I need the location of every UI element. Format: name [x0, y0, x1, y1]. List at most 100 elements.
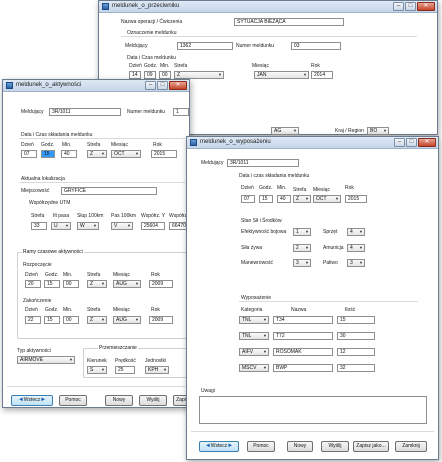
minimize-icon[interactable]: –: [145, 81, 156, 90]
year-field[interactable]: 2015: [345, 195, 367, 203]
column-select[interactable]: W ▼: [77, 222, 99, 230]
hour-field[interactable]: 15: [259, 195, 273, 203]
end-zone-select[interactable]: Z ▼: [87, 316, 107, 324]
name-field[interactable]: BWP: [273, 364, 333, 372]
combat-effectiveness-select[interactable]: 1 ▼: [293, 228, 311, 236]
hour-field[interactable]: 15: [41, 150, 55, 158]
close-button[interactable]: Zamknij: [395, 441, 427, 452]
reporter-field[interactable]: 3R/1011: [49, 108, 121, 116]
start-zone-select[interactable]: Z ▼: [87, 280, 107, 288]
reporter-field[interactable]: 3R/1011: [227, 159, 299, 167]
reporter-field[interactable]: 1362: [177, 42, 233, 50]
col-day: Dzień: [25, 307, 38, 313]
back-button-label: Wstecz: [210, 443, 228, 449]
start-year-field[interactable]: 2009: [149, 280, 173, 288]
ammunition-select[interactable]: 4 ▼: [347, 244, 365, 252]
back-button[interactable]: ◄Wstecz►: [199, 441, 239, 452]
speed-field[interactable]: 25: [115, 366, 135, 374]
maximize-icon[interactable]: □: [406, 138, 417, 147]
minimize-icon[interactable]: –: [394, 138, 405, 147]
help-button[interactable]: Pomoc: [59, 395, 87, 406]
zone-select[interactable]: Z ▼: [174, 71, 224, 79]
month-select[interactable]: OCT ▼: [313, 195, 341, 203]
start-month-value: AUG: [116, 281, 127, 287]
titlebar[interactable]: meldunek_o_wyposażeniu – □ ✕: [187, 137, 438, 149]
quantity-field[interactable]: 30: [337, 332, 375, 340]
zone-select[interactable]: Z ▼: [293, 195, 311, 203]
hour-field[interactable]: 09: [144, 71, 156, 79]
utm-zone-field[interactable]: 33: [31, 222, 47, 230]
col-day: Dzień: [25, 272, 38, 278]
day-field[interactable]: 07: [241, 195, 255, 203]
category-select[interactable]: TNL ▼: [239, 316, 269, 324]
new-button[interactable]: Nowy: [105, 395, 133, 406]
close-icon[interactable]: ✕: [417, 2, 435, 11]
end-month-select[interactable]: AUG ▼: [113, 316, 141, 324]
help-button[interactable]: Pomoc: [247, 441, 275, 452]
report-number-field[interactable]: 1: [173, 108, 189, 116]
new-button[interactable]: Nowy: [287, 441, 313, 452]
day-field[interactable]: 14: [129, 71, 141, 79]
titlebar[interactable]: meldunek_o_aktywności – □ ✕: [3, 80, 189, 92]
month-select[interactable]: JAN ▼: [254, 71, 309, 79]
minute-field[interactable]: 40: [61, 150, 77, 158]
town-field[interactable]: GRYFICE: [61, 187, 157, 195]
col-year: Rok: [153, 142, 162, 148]
start-minute-field[interactable]: 00: [63, 280, 79, 288]
band-select[interactable]: U ▼: [51, 222, 71, 230]
operation-field[interactable]: SYTUACJA BIEŻĄCA: [234, 18, 344, 26]
name-field[interactable]: T72: [273, 332, 333, 340]
country-select[interactable]: BO ▼: [367, 127, 389, 135]
relation-select[interactable]: AG ▼: [271, 127, 299, 135]
combat-effectiveness-label: Efektywność bojowa: [241, 229, 287, 235]
month-select[interactable]: OCT ▼: [111, 150, 141, 158]
chevron-down-icon: ▼: [263, 317, 267, 322]
send-button[interactable]: Wyślij: [321, 441, 349, 452]
category-select[interactable]: AIFV ▼: [239, 348, 269, 356]
notes-textarea[interactable]: [199, 396, 427, 424]
maneuverability-select[interactable]: 3 ▼: [293, 259, 311, 267]
units-select[interactable]: KPH ▼: [145, 366, 169, 374]
minute-field[interactable]: 40: [277, 195, 291, 203]
window-meldunek-o-wyposazeniu: meldunek_o_wyposażeniu – □ ✕ Meldujący 3…: [186, 136, 439, 460]
year-field[interactable]: 2015: [151, 150, 177, 158]
quantity-field[interactable]: 15: [337, 316, 375, 324]
titlebar[interactable]: meldunek_o_przeciwniku – □ ✕: [99, 1, 437, 13]
quantity-field[interactable]: 12: [337, 348, 375, 356]
manpower-select[interactable]: 2 ▼: [293, 244, 311, 252]
activity-type-select[interactable]: AIRMOVE ▼: [17, 356, 75, 364]
equipment-select[interactable]: 4 ▼: [347, 228, 365, 236]
row-select[interactable]: V ▼: [111, 222, 133, 230]
minimize-icon[interactable]: –: [393, 2, 404, 11]
end-hour-field[interactable]: 15: [44, 316, 60, 324]
close-icon[interactable]: ✕: [418, 138, 436, 147]
back-button[interactable]: ◄Wstecz►: [11, 395, 53, 406]
direction-select[interactable]: S ▼: [87, 366, 107, 374]
name-field[interactable]: ROSOMAK: [273, 348, 333, 356]
day-field[interactable]: 07: [21, 150, 37, 158]
maximize-icon[interactable]: □: [405, 2, 416, 11]
zone-value: Z: [90, 151, 94, 157]
category-value: AIFV: [242, 349, 254, 355]
start-hour-field[interactable]: 15: [44, 280, 60, 288]
close-icon[interactable]: ✕: [169, 81, 187, 90]
name-field[interactable]: T34: [273, 316, 333, 324]
zone-select[interactable]: Z ▼: [87, 150, 107, 158]
start-month-select[interactable]: AUG ▼: [113, 280, 141, 288]
easting-field[interactable]: 25604: [141, 222, 165, 230]
maximize-icon[interactable]: □: [157, 81, 168, 90]
fuel-select[interactable]: 3 ▼: [347, 259, 365, 267]
save-as-button[interactable]: Zapisz jako...: [353, 441, 389, 452]
end-minute-field[interactable]: 00: [63, 316, 79, 324]
start-day-field[interactable]: 20: [25, 280, 41, 288]
year-field[interactable]: 2014: [311, 71, 333, 79]
report-number-field[interactable]: 03: [291, 42, 341, 50]
end-year-field[interactable]: 2009: [149, 316, 173, 324]
reporter-label: Meldujący: [201, 160, 224, 166]
category-select[interactable]: TNL ▼: [239, 332, 269, 340]
minute-field[interactable]: 00: [159, 71, 171, 79]
end-day-field[interactable]: 22: [25, 316, 41, 324]
category-select[interactable]: MSCV ▼: [239, 364, 269, 372]
quantity-field[interactable]: 32: [337, 364, 375, 372]
send-button[interactable]: Wyślij: [139, 395, 167, 406]
